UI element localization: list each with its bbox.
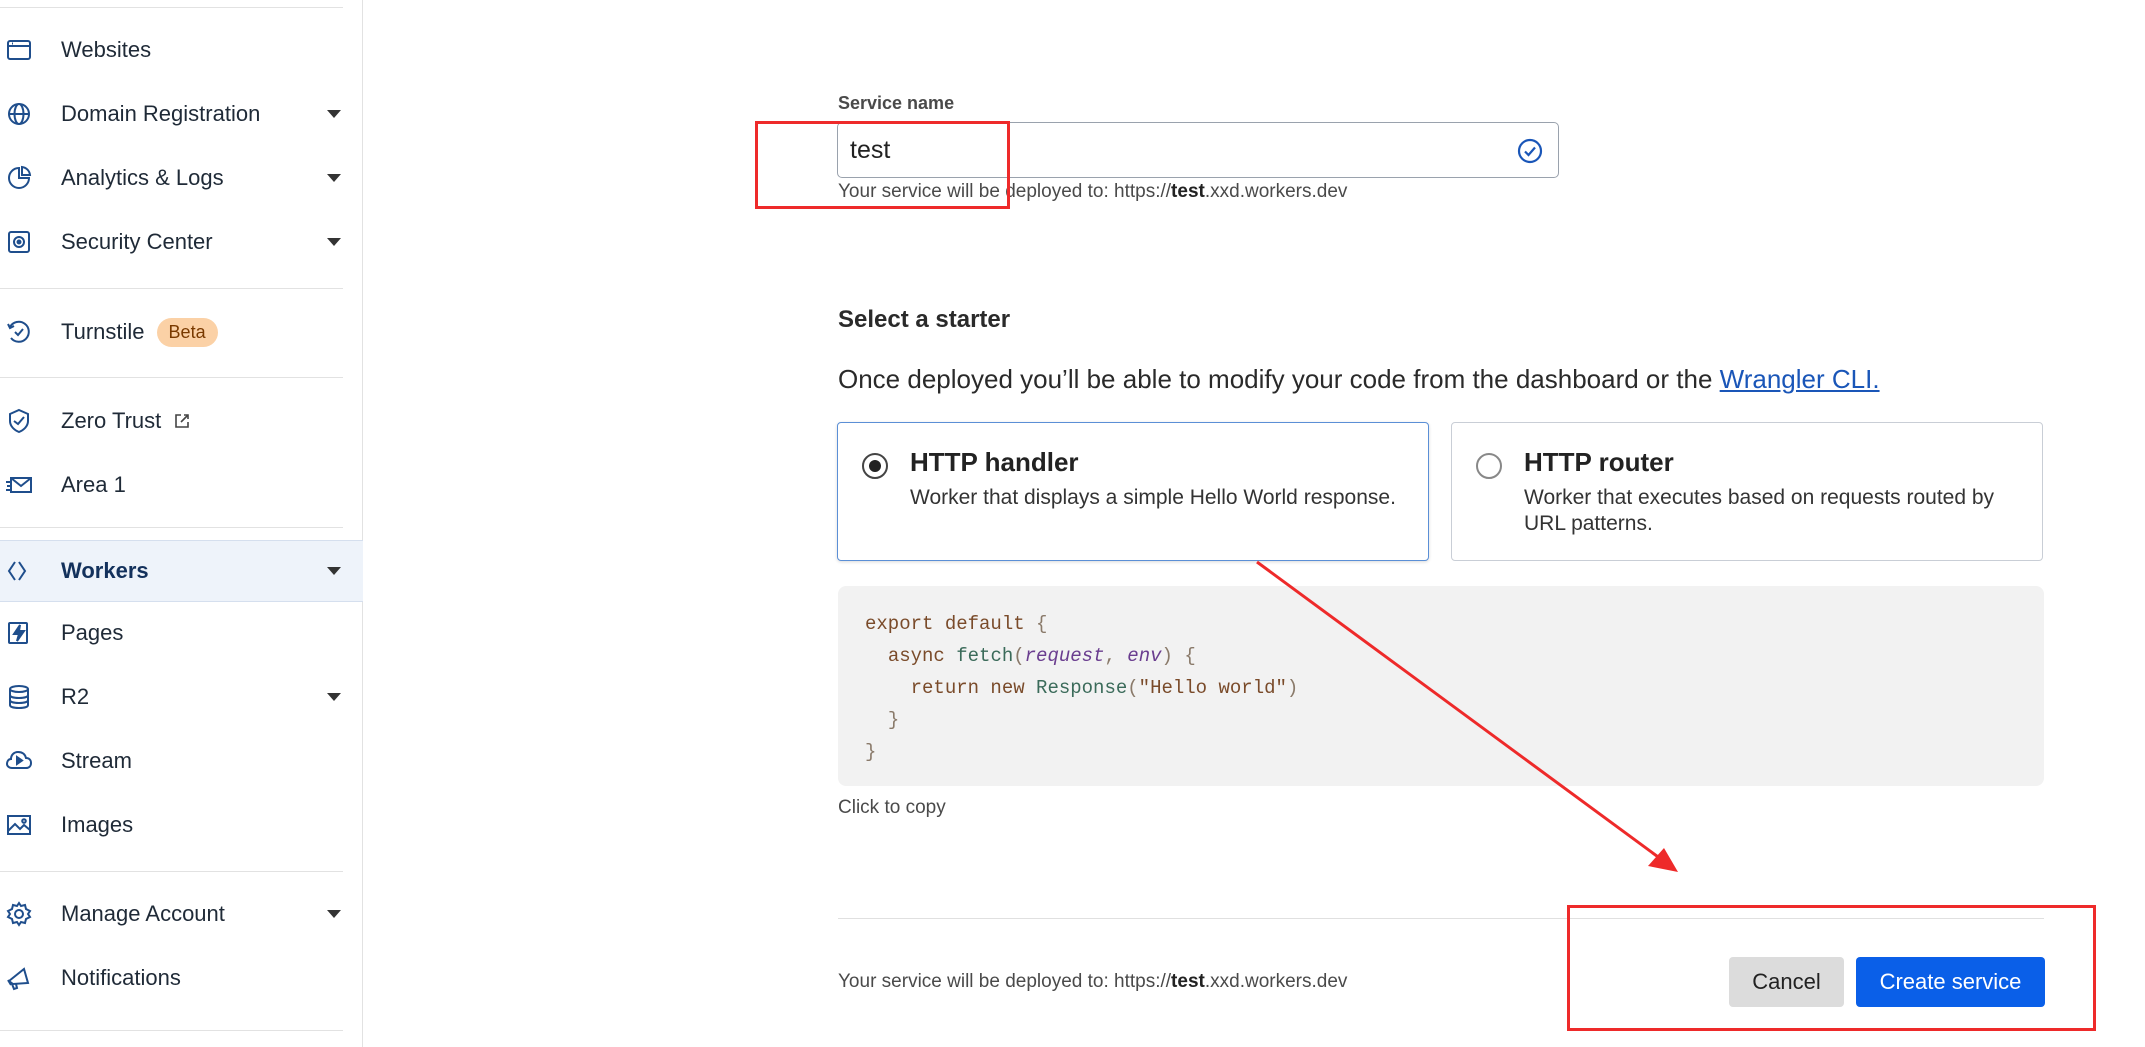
starter-option-description: Worker that displays a simple Hello Worl…	[910, 486, 1396, 509]
code-token: "Hello world"	[1138, 677, 1287, 699]
sidebar-item-label: Images	[61, 812, 134, 837]
annotation-highlight-buttons	[1567, 905, 2096, 1031]
code-token: return new	[910, 677, 1025, 699]
beta-badge: Beta	[156, 317, 218, 347]
database-icon	[4, 682, 34, 712]
code-token: request	[1024, 645, 1105, 667]
starter-option-http-router[interactable]: HTTP router Worker that executes based o…	[1451, 422, 2043, 561]
sidebar-divider	[0, 377, 343, 378]
sidebar-item-label: Notifications	[61, 965, 181, 990]
sidebar-item-label: Stream	[61, 748, 132, 773]
deploy-subdomain: test	[1171, 181, 1205, 202]
starter-description: Once deployed you’ll be able to modify y…	[838, 364, 1880, 395]
sidebar-item-security-center[interactable]: Security Center	[0, 216, 363, 268]
sidebar-item-analytics-logs[interactable]: Analytics & Logs	[0, 152, 363, 204]
code-line: async fetch(request, env) {	[887, 645, 1196, 667]
starter-option-title: HTTP handler	[910, 447, 1079, 477]
sidebar-item-label: Workers	[61, 558, 149, 583]
megaphone-icon	[4, 963, 34, 993]
starter-option-description: Worker that executes based on requests r…	[1524, 486, 1995, 535]
code-token: async	[887, 645, 945, 667]
sidebar-item-r2[interactable]: R2	[0, 671, 363, 723]
sidebar: Websites Domain Registration Analytics &…	[0, 0, 363, 1047]
chevron-down-icon[interactable]	[327, 693, 341, 701]
sidebar-item-label: Domain Registration	[61, 101, 261, 126]
annotation-highlight-service-name	[755, 121, 1010, 209]
code-token: export default	[865, 613, 1025, 635]
sidebar-item-label: Manage Account	[61, 901, 225, 926]
sidebar-item-label: Security Center	[61, 229, 213, 254]
sidebar-item-area-1[interactable]: Area 1	[0, 459, 363, 511]
workers-icon	[4, 556, 34, 586]
sidebar-item-label: Area 1	[61, 472, 126, 497]
wrangler-cli-link[interactable]: Wrangler CLI.	[1720, 364, 1880, 394]
gear-icon	[4, 899, 34, 929]
deploy-suffix: .xxd.workers.dev	[1204, 181, 1348, 202]
sidebar-item-images[interactable]: Images	[0, 799, 363, 851]
sidebar-item-notifications[interactable]: Notifications	[0, 952, 363, 1004]
radio-selected[interactable]	[862, 453, 888, 479]
shield-chip-icon	[4, 227, 34, 257]
code-snippet[interactable]: export default { async fetch(request, en…	[838, 586, 2044, 786]
click-to-copy-hint[interactable]: Click to copy	[838, 797, 946, 819]
sidebar-item-text: Turnstile	[61, 319, 145, 344]
sidebar-item-label: Turnstile Beta	[61, 317, 218, 347]
globe-icon	[4, 99, 34, 129]
sidebar-item-pages[interactable]: Pages	[0, 607, 363, 659]
code-token: env	[1127, 645, 1162, 667]
sidebar-item-label: Zero Trust	[61, 408, 191, 434]
sidebar-item-label: R2	[61, 684, 90, 709]
sidebar-divider	[0, 288, 343, 289]
sidebar-item-label: Websites	[61, 37, 152, 62]
chevron-down-icon[interactable]	[327, 567, 341, 575]
starter-option-title: HTTP router	[1524, 447, 1674, 477]
chevron-down-icon[interactable]	[327, 110, 341, 118]
turnstile-icon	[4, 317, 34, 347]
code-line: }	[865, 704, 2017, 736]
pie-chart-icon	[4, 163, 34, 193]
deploy-suffix: .xxd.workers.dev	[1204, 971, 1348, 992]
chevron-down-icon[interactable]	[327, 174, 341, 182]
deploy-subdomain: test	[1171, 971, 1205, 992]
sidebar-item-manage-account[interactable]: Manage Account	[0, 888, 363, 940]
radio-unselected[interactable]	[1476, 453, 1502, 479]
code-token: {	[1024, 613, 1048, 635]
code-token: Response	[1036, 677, 1128, 699]
code-line: export default {	[865, 608, 2017, 640]
external-link-icon	[175, 414, 190, 428]
deploy-prefix: Your service will be deployed to: https:…	[838, 971, 1172, 992]
code-token: fetch	[956, 645, 1014, 667]
sidebar-item-zero-trust[interactable]: Zero Trust	[0, 395, 363, 447]
check-circle-icon	[1517, 138, 1543, 164]
sidebar-divider	[0, 871, 343, 872]
sidebar-item-text: Zero Trust	[61, 408, 162, 433]
pages-lightning-icon	[4, 618, 34, 648]
chevron-down-icon[interactable]	[327, 238, 341, 246]
zero-trust-icon	[4, 406, 34, 436]
chevron-down-icon[interactable]	[327, 910, 341, 918]
image-icon	[4, 810, 34, 840]
code-line: }	[865, 736, 2017, 768]
browser-window-icon	[4, 35, 34, 65]
sidebar-item-websites[interactable]: Websites	[0, 24, 363, 76]
code-line: return new Response("Hello world")	[910, 677, 1299, 699]
deploy-url-hint-footer: Your service will be deployed to: https:…	[838, 971, 1347, 993]
sidebar-item-turnstile[interactable]: Turnstile Beta	[0, 306, 363, 358]
starter-option-http-handler[interactable]: HTTP handler Worker that displays a simp…	[837, 422, 1429, 561]
starter-description-text: Once deployed you’ll be able to modify y…	[838, 364, 1720, 394]
sidebar-item-label: Analytics & Logs	[61, 165, 224, 190]
sidebar-divider	[0, 1030, 343, 1031]
starter-heading: Select a starter	[838, 306, 1011, 333]
service-name-label: Service name	[838, 93, 955, 113]
sidebar-divider	[0, 7, 343, 8]
code-token: }	[887, 709, 900, 731]
code-token: }	[865, 741, 877, 763]
mail-icon	[4, 470, 34, 500]
sidebar-item-workers[interactable]: Workers	[0, 540, 363, 602]
cloud-play-icon	[4, 746, 34, 776]
sidebar-item-stream[interactable]: Stream	[0, 735, 363, 787]
sidebar-item-domain-registration[interactable]: Domain Registration	[0, 88, 363, 140]
sidebar-divider	[0, 527, 343, 528]
sidebar-item-label: Pages	[61, 620, 124, 645]
